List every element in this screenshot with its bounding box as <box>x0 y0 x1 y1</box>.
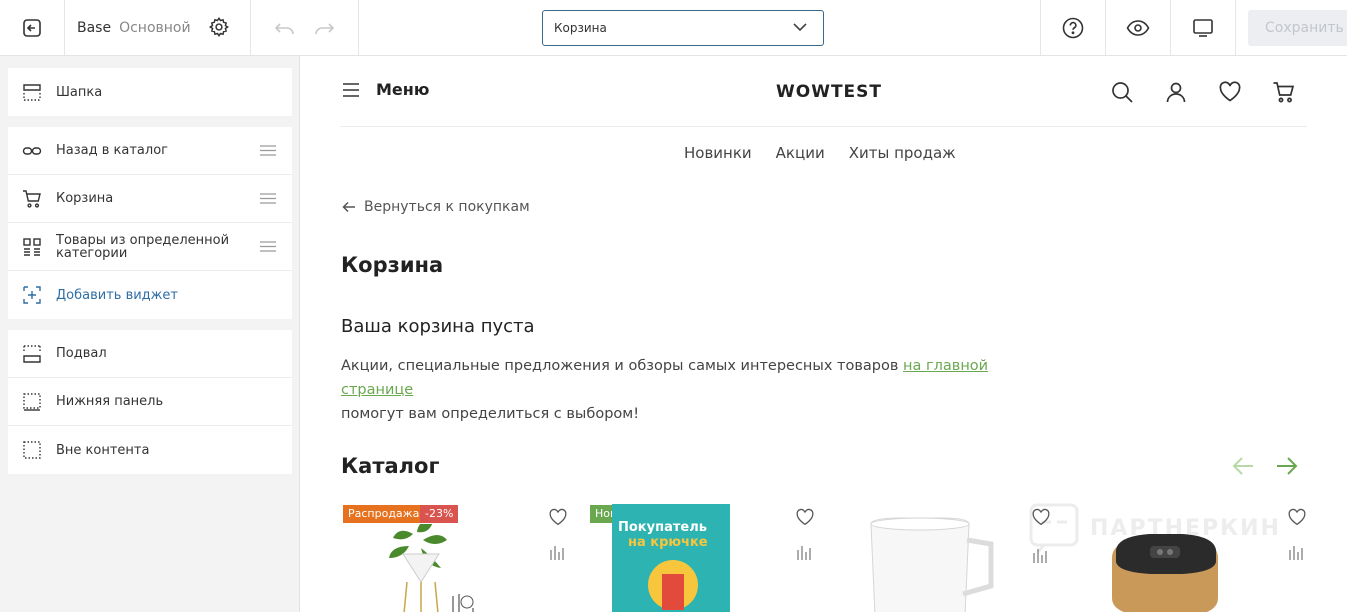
search-icon[interactable] <box>1110 80 1134 104</box>
carousel-arrows <box>1232 456 1298 476</box>
store-logo[interactable]: WOWTEST <box>776 82 882 102</box>
mug-product-image <box>870 517 994 612</box>
arrow-left-icon <box>342 201 355 213</box>
desc-text: Акции, специальные предложения и обзоры … <box>341 358 904 374</box>
arrow-left-icon[interactable] <box>1232 456 1254 476</box>
heart-icon[interactable] <box>1031 508 1051 526</box>
widget-sidebar: Шапка Назад в каталог Корзина Товары из … <box>0 56 300 612</box>
desc-text-2: помогут вам определиться с выбором! <box>341 406 640 422</box>
back-to-shopping-link[interactable]: Вернуться к покупкам <box>342 199 530 215</box>
add-widget-label: Добавить виджет <box>56 287 178 303</box>
sidebar-item-label: Товары из определенной категории <box>56 232 230 261</box>
compare-icon[interactable] <box>1033 547 1047 563</box>
nav-link-bestsellers[interactable]: Хиты продаж <box>849 144 956 162</box>
compare-icon[interactable] <box>797 544 811 560</box>
drag-handle-icon[interactable] <box>260 145 276 156</box>
arrow-right-icon[interactable] <box>1276 456 1298 476</box>
sidebar-item-label: Нижняя панель <box>56 394 164 409</box>
save-button[interactable]: Сохранить <box>1248 10 1347 46</box>
back-link-label: Вернуться к покупкам <box>364 199 530 215</box>
header-group: Шапка <box>8 68 292 116</box>
heart-icon[interactable] <box>1287 508 1307 526</box>
page-select-value: Корзина <box>554 21 607 35</box>
page-select[interactable]: Корзина <box>542 10 824 46</box>
monitor-icon <box>1193 18 1213 37</box>
sidebar-item-label: Назад в каталог <box>56 143 168 158</box>
sidebar-item-cart[interactable]: Корзина <box>8 175 292 223</box>
add-widget-button[interactable]: Добавить виджет <box>8 271 292 319</box>
sidebar-item-label: Вне контента <box>56 442 150 458</box>
product-card[interactable] <box>1082 502 1307 612</box>
sidebar-item-header[interactable]: Шапка <box>8 68 292 116</box>
heart-icon[interactable] <box>548 508 568 526</box>
heart-icon[interactable] <box>1218 80 1242 104</box>
plant-product-image <box>389 524 474 612</box>
top-navigation: Новинки Акции Хиты продаж <box>684 144 956 162</box>
drag-handle-icon[interactable] <box>260 241 276 252</box>
footer-icon <box>23 345 41 363</box>
footer-group: Подвал Нижняя панель Вне контента <box>8 330 292 474</box>
hamburger-icon <box>343 82 359 97</box>
exit-button[interactable] <box>0 0 65 55</box>
help-icon <box>1062 17 1084 38</box>
chevron-down-icon <box>793 23 807 32</box>
grid-icon <box>23 238 41 256</box>
sidebar-item-outside-content[interactable]: Вне контента <box>8 426 292 474</box>
product-card[interactable]: Новинка Покупатель на крючке <box>590 502 815 612</box>
content-group: Назад в каталог Корзина Товары из опреде… <box>8 127 292 319</box>
preview-button[interactable] <box>1106 0 1171 55</box>
sidebar-item-label: Корзина <box>56 191 114 206</box>
book-title-line-2: на крючке <box>628 535 708 550</box>
sale-badge: Распродажа <box>343 505 425 523</box>
sidebar-item-label: Шапка <box>56 84 103 100</box>
undo-icon[interactable] <box>274 20 296 36</box>
nav-link-new[interactable]: Новинки <box>684 144 752 162</box>
user-icon[interactable] <box>1164 80 1188 104</box>
theme-selector[interactable]: Base Основной <box>65 0 251 55</box>
empty-cart-title: Ваша корзина пуста <box>341 316 535 337</box>
eye-icon <box>1126 19 1150 36</box>
nav-link-promotions[interactable]: Акции <box>776 144 825 162</box>
compare-icon[interactable] <box>550 544 564 560</box>
discount-badge: -23% <box>420 505 459 523</box>
empty-cart-description: Акции, специальные предложения и обзоры … <box>341 354 1061 426</box>
device-toggle-button[interactable] <box>1171 0 1236 55</box>
sidebar-item-footer[interactable]: Подвал <box>8 330 292 378</box>
compare-icon[interactable] <box>1289 544 1303 560</box>
header-divider <box>340 126 1307 127</box>
page-preview: Меню WOWTEST Новинки Акции Хиты продаж В… <box>300 56 1347 612</box>
wireless-charger-product-image <box>1112 534 1218 612</box>
header-block-icon <box>23 84 41 101</box>
sidebar-item-label: Подвал <box>56 346 107 361</box>
sidebar-item-back-to-catalog[interactable]: Назад в каталог <box>8 127 292 175</box>
book-title-line-1: Покупатель <box>618 520 707 535</box>
help-button[interactable] <box>1040 0 1106 55</box>
add-widget-icon <box>23 286 41 304</box>
drag-handle-icon[interactable] <box>260 193 276 204</box>
sidebar-item-bottom-panel[interactable]: Нижняя панель <box>8 378 292 426</box>
menu-button[interactable]: Меню <box>342 80 429 99</box>
heart-icon[interactable] <box>795 508 815 526</box>
catalog-title: Каталог <box>341 454 440 478</box>
page-title: Корзина <box>341 253 444 277</box>
outside-content-icon <box>23 441 41 459</box>
back-link-icon <box>22 147 42 155</box>
product-card-3-actions <box>1031 508 1051 563</box>
theme-base-label: Base <box>77 19 112 36</box>
book-product-image: Покупатель на крючке <box>612 504 730 612</box>
menu-label: Меню <box>376 80 430 99</box>
cart-icon[interactable] <box>1272 80 1296 104</box>
redo-icon[interactable] <box>313 20 335 36</box>
theme-name-label: Основной <box>119 19 191 36</box>
gear-icon[interactable] <box>208 16 230 38</box>
product-card[interactable]: Распродажа -23% <box>343 502 568 612</box>
sidebar-item-category-products[interactable]: Товары из определенной категории <box>8 223 292 271</box>
cart-icon <box>23 190 41 208</box>
exit-icon <box>23 18 41 37</box>
history-controls <box>251 0 359 55</box>
editor-toolbar: Base Основной Корзина Сохранить <box>0 0 1347 56</box>
bottom-panel-icon <box>23 393 41 411</box>
